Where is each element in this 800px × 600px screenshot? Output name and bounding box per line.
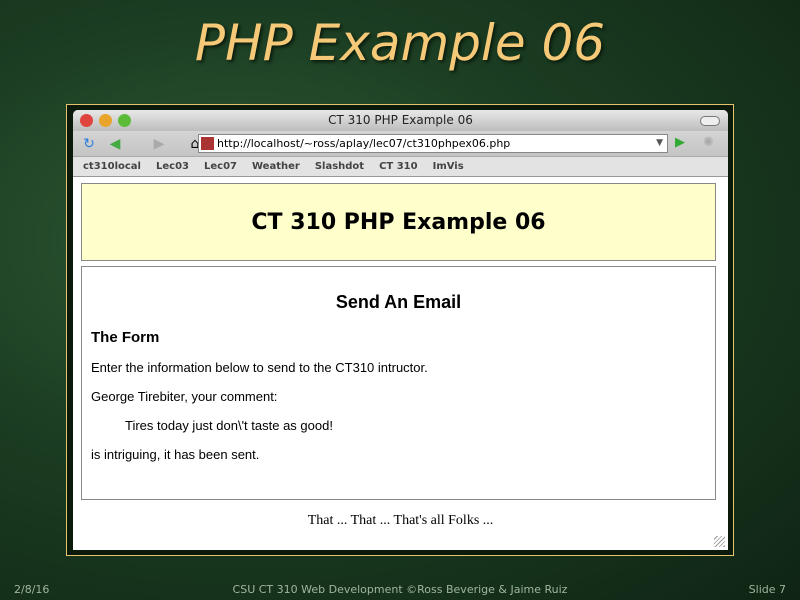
minimize-button[interactable] <box>99 114 112 127</box>
page-header: CT 310 PHP Example 06 <box>81 183 716 261</box>
result-text: is intriguing, it has been sent. <box>91 447 260 462</box>
url-bar[interactable]: http://localhost/~ross/aplay/lec07/ct310… <box>198 134 668 153</box>
spinner-icon: ✺ <box>703 135 714 150</box>
comment-text: Tires today just don\'t taste as good! <box>125 418 333 433</box>
url-dropdown-icon[interactable]: ▼ <box>656 135 663 152</box>
intro-text: Enter the information below to send to t… <box>91 360 428 375</box>
bookmark-lec07[interactable]: Lec07 <box>204 161 237 172</box>
page-content: CT 310 PHP Example 06 Send An Email The … <box>73 177 728 550</box>
toolbar-toggle-button[interactable] <box>700 116 720 126</box>
reload-icon[interactable]: ↻ <box>79 136 99 152</box>
title-bar: CT 310 PHP Example 06 <box>73 110 728 131</box>
bookmark-slashdot[interactable]: Slashdot <box>315 161 364 172</box>
forward-icon[interactable]: ▶ <box>149 136 169 152</box>
bookmarks-bar: ct310local Lec03 Lec07 Weather Slashdot … <box>73 156 728 177</box>
bookmark-ct310local[interactable]: ct310local <box>83 161 141 172</box>
subheading: The Form <box>91 329 160 346</box>
page-footer: That ... That ... That's all Folks ... <box>307 513 494 528</box>
close-button[interactable] <box>80 114 93 127</box>
browser-window: CT 310 PHP Example 06 ↻ ◀ ▶ ⌂ http://loc… <box>73 110 728 550</box>
slide-title: PHP Example 06 <box>194 14 606 72</box>
favicon-icon <box>201 137 214 150</box>
resize-grip-icon[interactable] <box>714 536 725 547</box>
go-icon[interactable]: ▶ <box>675 135 685 150</box>
slide-number: Slide 7 <box>748 583 786 596</box>
zoom-button[interactable] <box>118 114 131 127</box>
slide-footer: CSU CT 310 Web Development ©Ross Beverig… <box>232 583 568 596</box>
comment-label: George Tirebiter, your comment: <box>91 389 278 404</box>
main-box: Send An Email The Form Enter the informa… <box>81 266 716 500</box>
bookmark-imvis[interactable]: ImVis <box>433 161 464 172</box>
bookmark-ct310[interactable]: CT 310 <box>379 161 418 172</box>
heading: Send An Email <box>335 292 462 312</box>
url-text: http://localhost/~ross/aplay/lec07/ct310… <box>217 137 511 150</box>
bookmark-weather[interactable]: Weather <box>252 161 300 172</box>
back-icon[interactable]: ◀ <box>105 136 125 152</box>
bookmark-lec03[interactable]: Lec03 <box>156 161 189 172</box>
window-title: CT 310 PHP Example 06 <box>328 113 473 127</box>
